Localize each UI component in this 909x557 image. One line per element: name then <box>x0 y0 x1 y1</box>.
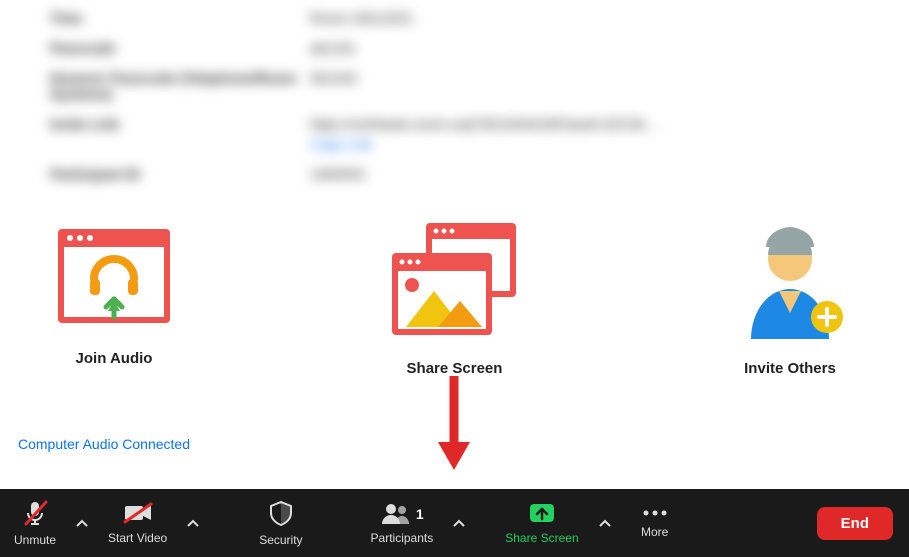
info-label: Passcode <box>50 40 310 56</box>
info-row: Time Room 24012021 <box>50 10 859 26</box>
join-audio-card[interactable]: Join Audio <box>50 221 178 377</box>
more-label: More <box>641 525 668 539</box>
shield-icon <box>269 500 293 529</box>
chevron-up-icon <box>187 516 199 530</box>
unmute-button[interactable]: Unmute <box>0 489 70 557</box>
info-value: Room 24012021 <box>310 10 859 26</box>
invite-url: https://us04web.zoom.us/j/78210544189?pw… <box>310 116 657 132</box>
share-screen-toolbar-icon <box>528 502 556 527</box>
more-button[interactable]: More <box>627 489 683 557</box>
chevron-up-icon <box>453 516 465 530</box>
info-row: Participant ID 1460003 <box>50 166 859 182</box>
join-audio-label: Join Audio <box>76 350 153 367</box>
microphone-muted-icon <box>22 500 48 529</box>
info-value: 1460003 <box>310 166 859 182</box>
camera-off-icon <box>123 502 153 527</box>
meeting-info-panel: Time Room 24012021 Passcode ab123c Numer… <box>0 0 909 196</box>
share-screen-button[interactable]: Share Screen <box>491 489 592 557</box>
meeting-toolbar: Unmute Start Video Securit <box>0 489 909 557</box>
participants-button[interactable]: 1 Participants <box>357 489 448 557</box>
info-label: Participant ID <box>50 166 310 182</box>
video-options-chevron[interactable] <box>181 489 205 557</box>
chevron-up-icon <box>599 516 611 530</box>
info-row: Numeric Passcode (Telephone/Room Systems… <box>50 70 859 102</box>
share-screen-icon <box>386 221 524 346</box>
info-label: Invite Link <box>50 116 310 152</box>
info-value: ab123c <box>310 40 859 56</box>
audio-status-text: Computer Audio Connected <box>18 436 190 452</box>
audio-options-chevron[interactable] <box>70 489 94 557</box>
annotation-arrow-icon <box>436 376 472 477</box>
participants-label: Participants <box>371 531 434 545</box>
share-screen-toolbar-label: Share Screen <box>505 531 578 545</box>
more-icon <box>641 507 669 521</box>
info-value: 561034 <box>310 70 859 102</box>
share-screen-card[interactable]: Share Screen <box>386 221 524 377</box>
unmute-label: Unmute <box>14 533 56 547</box>
end-button[interactable]: End <box>817 507 893 540</box>
participants-count: 1 <box>416 506 424 522</box>
action-cards-row: Join Audio Share Screen <box>0 211 909 377</box>
invite-others-icon <box>731 221 849 346</box>
invite-others-card[interactable]: Invite Others <box>731 221 849 377</box>
start-video-label: Start Video <box>108 531 167 545</box>
invite-others-label: Invite Others <box>744 360 836 377</box>
info-row: Invite Link https://us04web.zoom.us/j/78… <box>50 116 859 152</box>
join-audio-icon <box>50 221 178 336</box>
participants-options-chevron[interactable] <box>447 489 471 557</box>
start-video-button[interactable]: Start Video <box>94 489 181 557</box>
participants-icon <box>380 502 410 527</box>
info-row: Passcode ab123c <box>50 40 859 56</box>
share-options-chevron[interactable] <box>593 489 617 557</box>
info-label: Time <box>50 10 310 26</box>
security-label: Security <box>259 533 302 547</box>
info-value: https://us04web.zoom.us/j/78210544189?pw… <box>310 116 859 152</box>
security-button[interactable]: Security <box>245 489 316 557</box>
info-label: Numeric Passcode (Telephone/Room Systems… <box>50 70 310 102</box>
chevron-up-icon <box>76 516 88 530</box>
copy-link[interactable]: Copy Link <box>310 136 859 152</box>
share-screen-label: Share Screen <box>407 360 503 377</box>
